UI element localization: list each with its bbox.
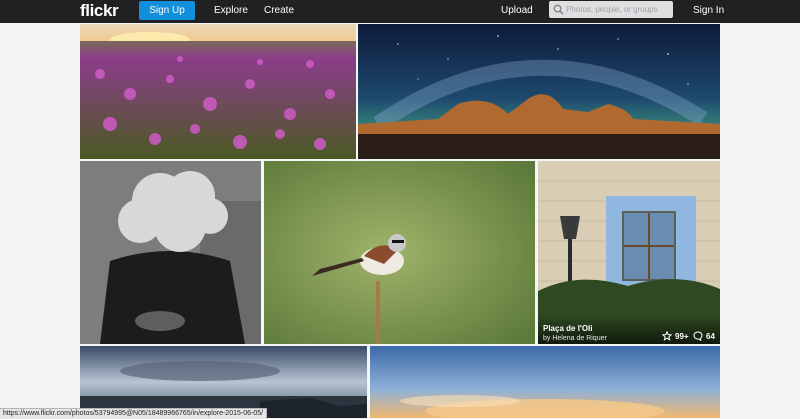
photo-tile-sunset-clouds[interactable] — [370, 346, 720, 418]
sign-up-button[interactable]: Sign Up — [139, 1, 195, 20]
milky-way-photo — [358, 24, 720, 159]
search-box[interactable] — [549, 1, 673, 18]
sunset-photo — [370, 346, 720, 418]
photo-tile-bird[interactable] — [264, 161, 535, 344]
star-icon[interactable] — [662, 331, 672, 341]
flickr-logo[interactable]: flickr — [80, 1, 119, 21]
top-nav-bar: flickr Sign Up Explore Create Upload Sig… — [0, 0, 800, 23]
search-icon — [553, 4, 564, 15]
sign-in-link[interactable]: Sign In — [693, 5, 724, 16]
comment-icon[interactable] — [693, 331, 703, 341]
wildflower-photo — [80, 24, 356, 159]
bird-photo — [264, 161, 535, 344]
explore-link[interactable]: Explore — [214, 5, 248, 16]
photo-tile-smoke-head[interactable] — [80, 161, 261, 344]
comment-count: 64 — [706, 332, 715, 341]
search-input[interactable] — [566, 2, 670, 17]
photo-tile-milky-way[interactable] — [358, 24, 720, 159]
photo-author[interactable]: by Helena de Riquer — [543, 335, 607, 342]
smoke-portrait-photo — [80, 161, 261, 344]
fave-count: 99+ — [675, 332, 689, 341]
photo-tile-wildflowers[interactable] — [80, 24, 356, 159]
upload-link[interactable]: Upload — [501, 5, 533, 16]
create-link[interactable]: Create — [264, 5, 294, 16]
photo-title[interactable]: Plaça de l'Oli — [543, 324, 592, 333]
browser-status-url: https://www.flickr.com/photos/53794995@N… — [0, 408, 268, 419]
photo-tile-placa-de-loli[interactable]: Plaça de l'Oli by Helena de Riquer 99+ 6… — [538, 161, 720, 344]
